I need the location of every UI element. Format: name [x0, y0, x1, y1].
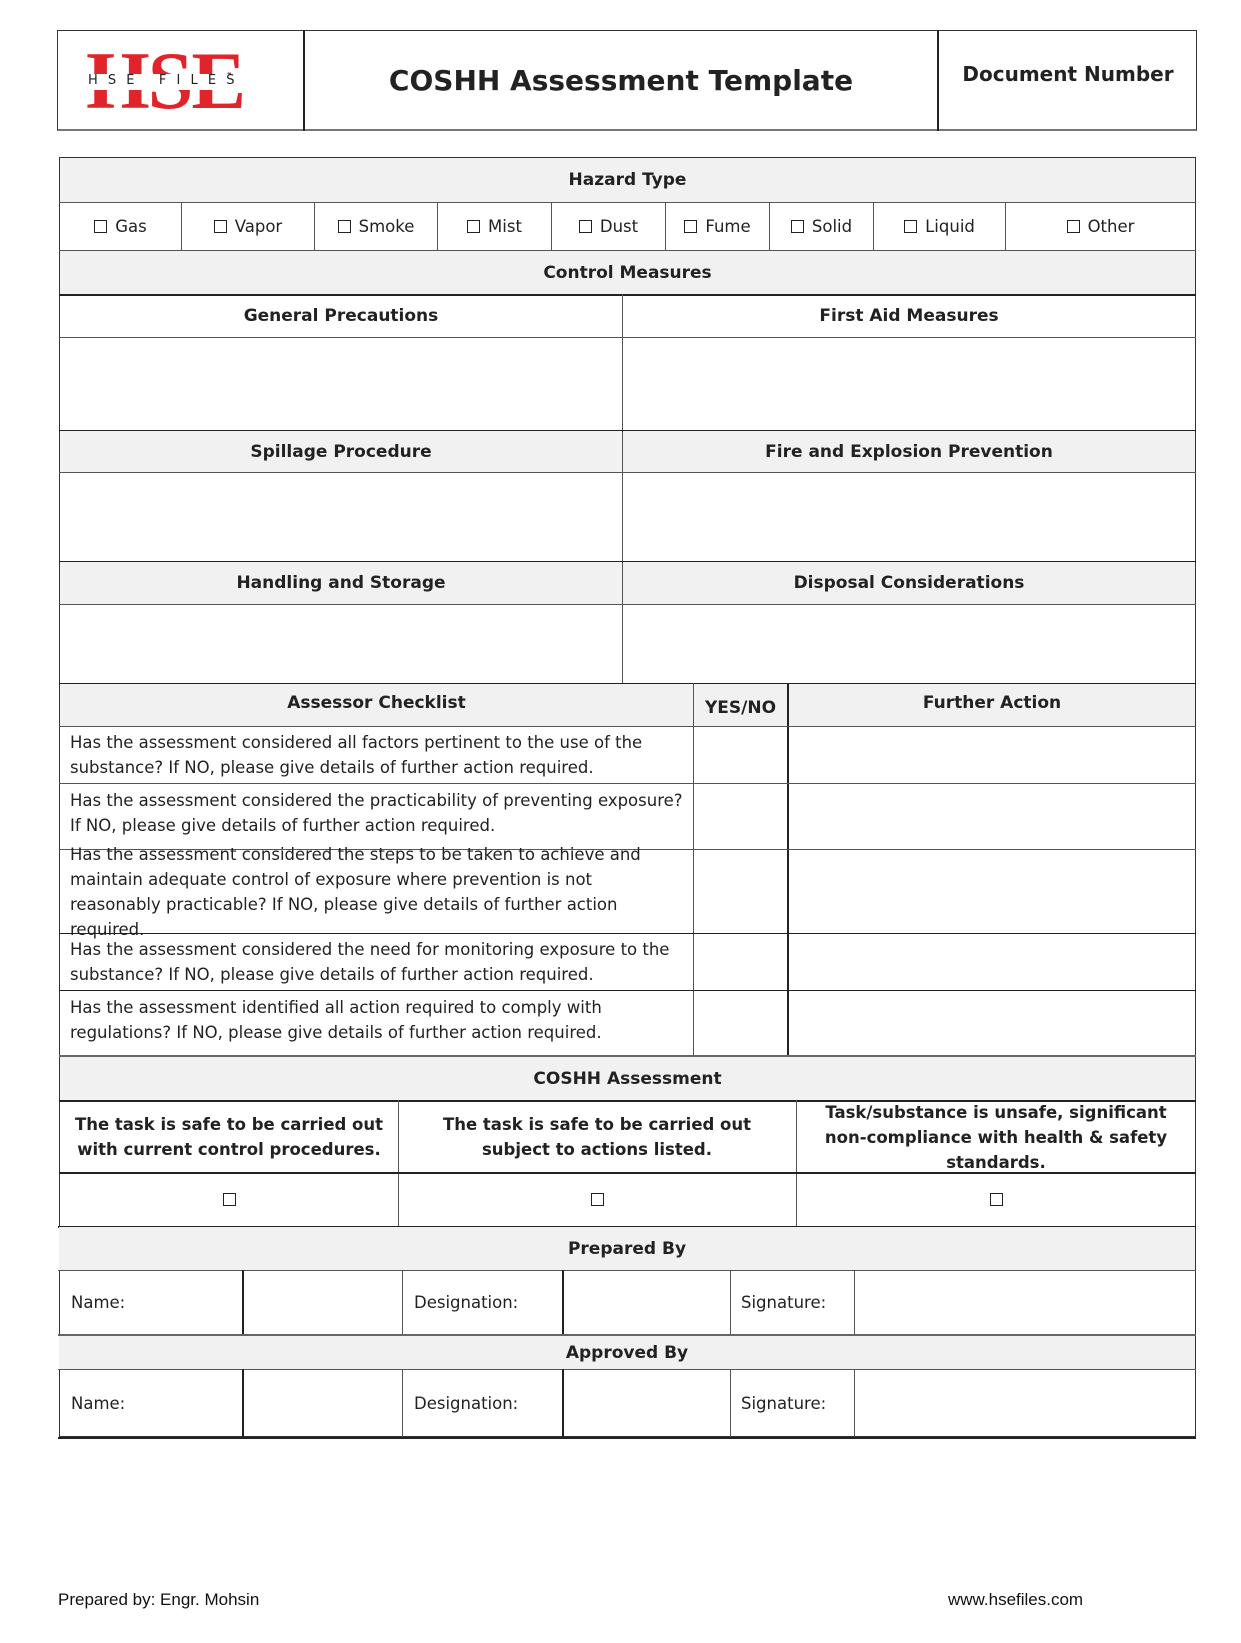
checkbox[interactable]: [213, 220, 227, 233]
hse-files-logo: HSE H S E F I L E S: [80, 40, 280, 122]
hazard-option-gas[interactable]: Gas: [60, 203, 181, 250]
coshh-option-label: The task is safe to be carried out subje…: [442, 1115, 752, 1159]
general-precautions-header: General Precautions: [243, 305, 439, 326]
checklist-question: Has the assessment considered all factor…: [70, 733, 643, 777]
checklist-question: Has the assessment identified all action…: [70, 998, 602, 1042]
prepared-by-header: Prepared By: [59, 1227, 1195, 1270]
footer-prepared-by: Prepared by: Engr. Mohsin: [58, 1590, 260, 1609]
footer-website-link[interactable]: www.hsefiles.com: [948, 1590, 1083, 1610]
approved-by-header: Approved By: [59, 1336, 1195, 1369]
approved-by-designation-field[interactable]: [564, 1370, 730, 1436]
hazard-option-mist[interactable]: Mist: [438, 203, 551, 250]
checkbox-icon[interactable]: [591, 1193, 604, 1206]
checkbox[interactable]: [1066, 220, 1080, 233]
checkbox[interactable]: [790, 220, 804, 233]
checklist-question: Has the assessment considered the need f…: [70, 940, 670, 984]
assessor-checklist-header: Assessor Checklist: [60, 684, 693, 726]
prepared-by-name-label: Name:: [71, 1293, 126, 1312]
checkbox[interactable]: [684, 220, 698, 233]
hazard-option-solid[interactable]: Solid: [770, 203, 873, 250]
approved-by-signature-field[interactable]: [855, 1370, 1195, 1436]
coshh-option-safe-checkbox[interactable]: [60, 1173, 398, 1226]
checklist-yes-no-field[interactable]: [694, 850, 787, 933]
checklist-yes-no-field[interactable]: [694, 784, 787, 849]
spillage-procedure-header: Spillage Procedure: [60, 431, 622, 472]
handling-storage-header: Handling and Storage: [60, 562, 622, 604]
checkbox[interactable]: [904, 220, 918, 233]
fire-explosion-prevention-header: Fire and Explosion Prevention: [623, 431, 1195, 472]
checkbox-icon[interactable]: [989, 1193, 1003, 1206]
prepared-by-signature-label: Signature:: [741, 1293, 827, 1312]
disposal-considerations-field[interactable]: [623, 605, 1195, 683]
prepared-by-name-field[interactable]: [244, 1271, 402, 1334]
prepared-by-designation-label: Designation:: [414, 1293, 519, 1312]
control-measures-header: Control Measures: [60, 251, 1195, 294]
further-action-header: Further Action: [789, 684, 1195, 726]
coshh-option-subject-to-actions-checkbox[interactable]: [399, 1173, 796, 1226]
checklist-question: Has the assessment considered the steps …: [70, 844, 641, 939]
checklist-yes-no-field[interactable]: [694, 727, 787, 783]
checkbox[interactable]: [337, 220, 351, 233]
hazard-type-header: Hazard Type: [60, 158, 1195, 202]
coshh-assessment-header: COSHH Assessment: [60, 1057, 1195, 1100]
handling-storage-field[interactable]: [60, 605, 622, 683]
coshh-option-label: Task/substance is unsafe, significant no…: [824, 1102, 1168, 1172]
hazard-option-smoke[interactable]: Smoke: [315, 203, 437, 250]
hazard-option-vapor[interactable]: Vapor: [182, 203, 314, 250]
document-number-label: Document Number: [962, 61, 1174, 86]
prepared-by-designation-field[interactable]: [564, 1271, 730, 1334]
first-aid-measures-header: First Aid Measures: [819, 305, 999, 326]
approved-by-name-field[interactable]: [244, 1370, 402, 1436]
coshh-option-label: The task is safe to be carried out with …: [74, 1115, 384, 1159]
checklist-question: Has the assessment considered the practi…: [70, 791, 683, 835]
hazard-option-fume[interactable]: Fume: [666, 203, 769, 250]
hazard-option-dust[interactable]: Dust: [552, 203, 665, 250]
checklist-yes-no-field[interactable]: [694, 934, 787, 990]
hazard-option-other[interactable]: Other: [1006, 203, 1195, 250]
checklist-further-action-field[interactable]: [789, 934, 1195, 990]
checkbox-icon[interactable]: [222, 1193, 236, 1206]
checklist-further-action-field[interactable]: [789, 784, 1195, 849]
checkbox[interactable]: [94, 220, 108, 233]
first-aid-measures-field[interactable]: [623, 338, 1195, 430]
page-title: COSHH Assessment Template: [388, 64, 854, 97]
checklist-further-action-field[interactable]: [789, 850, 1195, 933]
spillage-procedure-field[interactable]: [60, 473, 622, 561]
coshh-option-unsafe-checkbox[interactable]: [797, 1173, 1195, 1226]
checkbox[interactable]: [578, 220, 592, 233]
prepared-by-signature-field[interactable]: [855, 1271, 1195, 1334]
yes-no-header: YES/NO: [694, 684, 787, 726]
approved-by-designation-label: Designation:: [414, 1393, 519, 1413]
hazard-option-liquid[interactable]: Liquid: [874, 203, 1005, 250]
logo-wordmark: H S E F I L E S: [88, 73, 238, 88]
checklist-yes-no-field[interactable]: [694, 991, 787, 1055]
approved-by-signature-label: Signature:: [741, 1393, 827, 1413]
checkbox[interactable]: [467, 220, 481, 233]
disposal-considerations-header: Disposal Considerations: [623, 562, 1195, 604]
fire-explosion-prevention-field[interactable]: [623, 473, 1195, 561]
checklist-further-action-field[interactable]: [789, 991, 1195, 1055]
checklist-further-action-field[interactable]: [789, 727, 1195, 783]
general-precautions-field[interactable]: [60, 338, 622, 430]
approved-by-name-label: Name:: [71, 1393, 126, 1413]
